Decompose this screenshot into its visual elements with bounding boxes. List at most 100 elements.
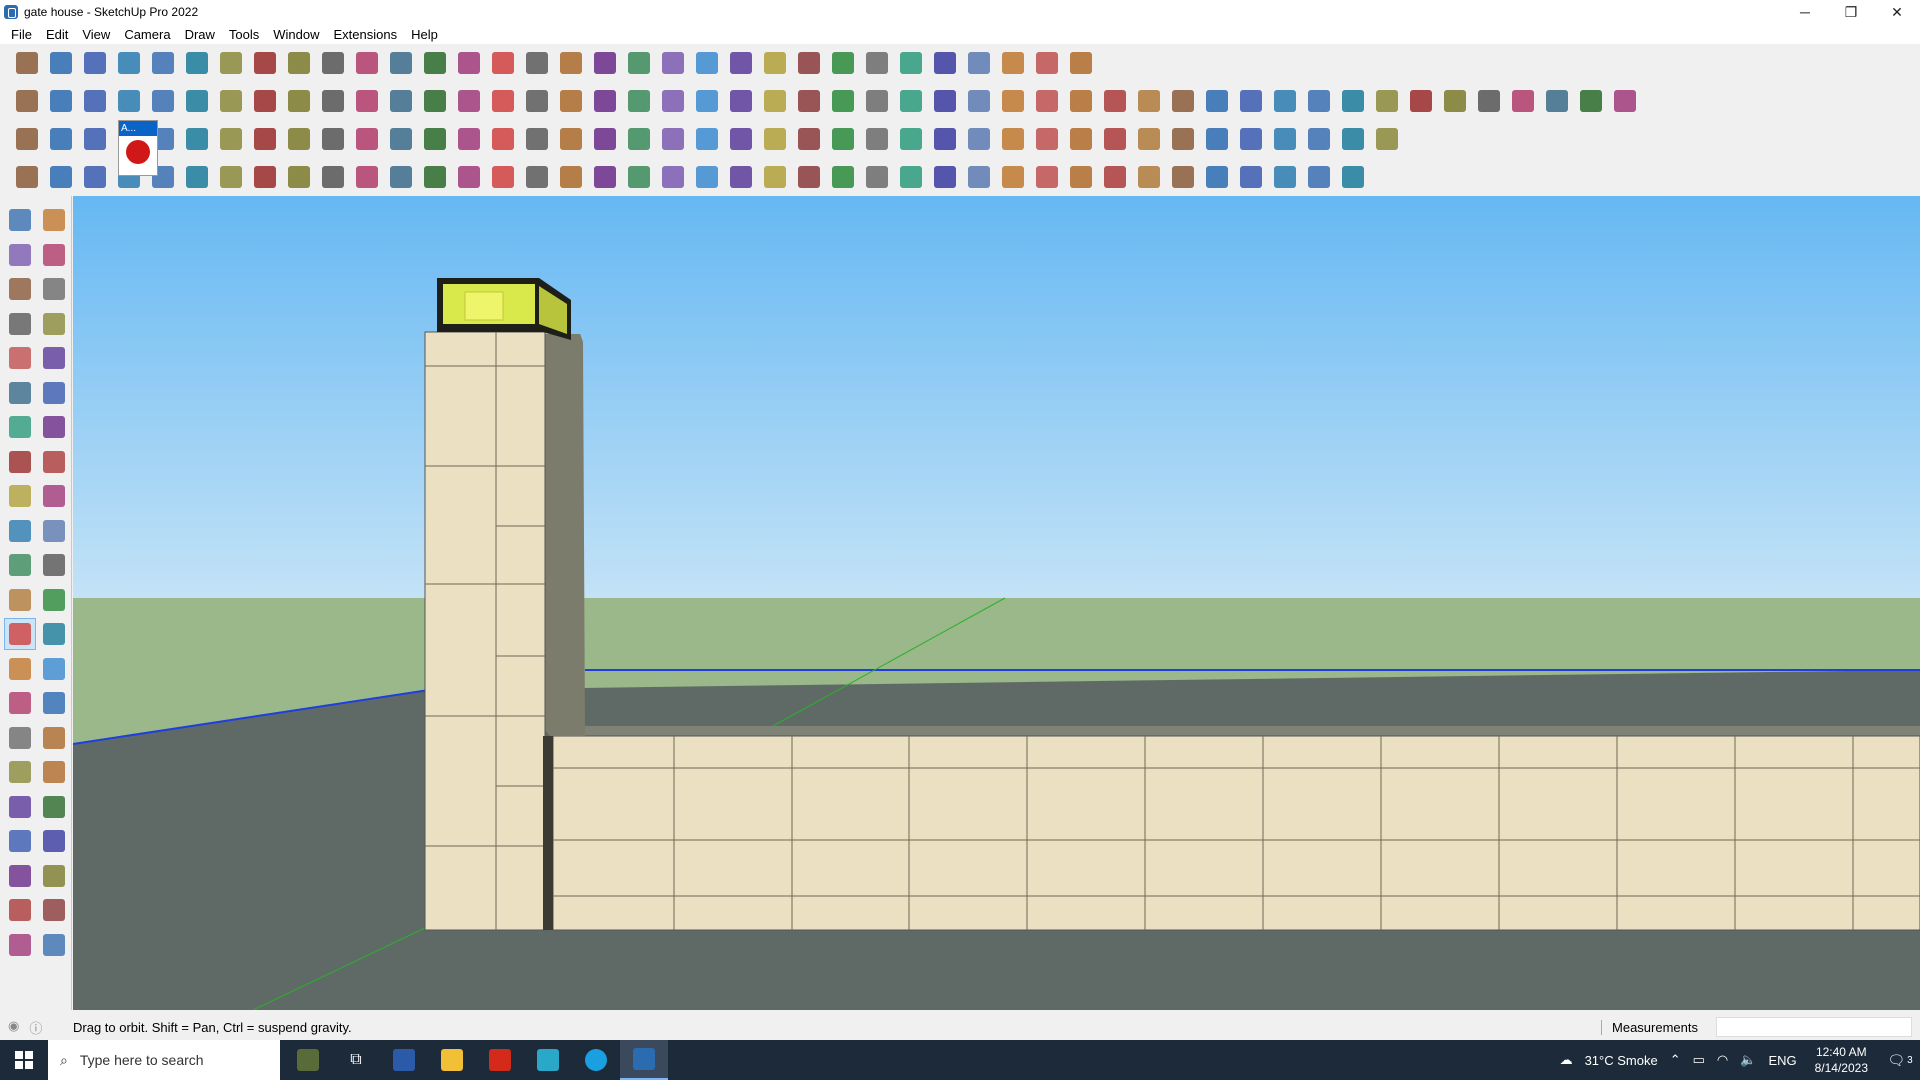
tbrow2-tool-button[interactable] bbox=[1234, 84, 1268, 118]
tbrow2-tool-button[interactable] bbox=[860, 84, 894, 118]
left-tool-button[interactable] bbox=[38, 825, 70, 857]
tbrow3-tool-button[interactable] bbox=[928, 122, 962, 156]
menu-file[interactable]: File bbox=[4, 27, 39, 42]
tbrow4-tool-button[interactable] bbox=[1098, 160, 1132, 194]
tbrow4-tool-button[interactable] bbox=[724, 160, 758, 194]
tbrow2-tool-button[interactable] bbox=[656, 84, 690, 118]
tbrow2-tool-button[interactable] bbox=[282, 84, 316, 118]
tbrow1-tool-button[interactable] bbox=[554, 46, 588, 80]
tbrow2-tool-button[interactable] bbox=[10, 84, 44, 118]
tbrow4-tool-button[interactable] bbox=[690, 160, 724, 194]
tbrow4-tool-button[interactable] bbox=[44, 160, 78, 194]
tbrow2-tool-button[interactable] bbox=[962, 84, 996, 118]
tbrow1-tool-button[interactable] bbox=[146, 46, 180, 80]
tbrow2-tool-button[interactable] bbox=[1166, 84, 1200, 118]
tbrow4-tool-button[interactable] bbox=[1030, 160, 1064, 194]
menu-edit[interactable]: Edit bbox=[39, 27, 75, 42]
tbrow3-tool-button[interactable] bbox=[724, 122, 758, 156]
tbrow1-tool-button[interactable] bbox=[1030, 46, 1064, 80]
pillar-lantern[interactable] bbox=[437, 278, 571, 340]
left-tool-button[interactable] bbox=[38, 549, 70, 581]
tbrow2-tool-button[interactable] bbox=[384, 84, 418, 118]
tbrow1-tool-button[interactable] bbox=[894, 46, 928, 80]
tbrow3-tool-button[interactable] bbox=[316, 122, 350, 156]
tbrow2-tool-button[interactable] bbox=[1030, 84, 1064, 118]
left-tool-button[interactable] bbox=[38, 860, 70, 892]
tbrow1-tool-button[interactable] bbox=[316, 46, 350, 80]
tbrow2-tool-button[interactable] bbox=[452, 84, 486, 118]
tbrow3-tool-button[interactable] bbox=[1234, 122, 1268, 156]
tbrow4-tool-button[interactable] bbox=[316, 160, 350, 194]
tbrow3-tool-button[interactable] bbox=[588, 122, 622, 156]
tbrow2-tool-button[interactable] bbox=[1370, 84, 1404, 118]
tbrow3-tool-button[interactable] bbox=[826, 122, 860, 156]
left-tool-button[interactable] bbox=[4, 860, 36, 892]
tbrow2-tool-button[interactable] bbox=[588, 84, 622, 118]
tbrow2-tool-button[interactable] bbox=[1064, 84, 1098, 118]
left-tool-button[interactable] bbox=[4, 618, 36, 650]
tbrow4-tool-button[interactable] bbox=[588, 160, 622, 194]
tbrow1-tool-button[interactable] bbox=[520, 46, 554, 80]
left-tool-button[interactable] bbox=[4, 825, 36, 857]
left-tool-button[interactable] bbox=[4, 653, 36, 685]
tbrow3-tool-button[interactable] bbox=[486, 122, 520, 156]
menu-camera[interactable]: Camera bbox=[117, 27, 177, 42]
tbrow2-tool-button[interactable] bbox=[214, 84, 248, 118]
tbrow4-tool-button[interactable] bbox=[350, 160, 384, 194]
weather-cloud-icon[interactable]: ☁ bbox=[1554, 1052, 1579, 1068]
tbrow3-tool-button[interactable] bbox=[78, 122, 112, 156]
menu-tools[interactable]: Tools bbox=[222, 27, 266, 42]
tbrow4-tool-button[interactable] bbox=[656, 160, 690, 194]
left-tool-button[interactable] bbox=[38, 791, 70, 823]
tbrow3-tool-button[interactable] bbox=[1030, 122, 1064, 156]
tbrow2-tool-button[interactable] bbox=[486, 84, 520, 118]
tbrow4-tool-button[interactable] bbox=[758, 160, 792, 194]
tbrow4-tool-button[interactable] bbox=[1302, 160, 1336, 194]
tbrow3-tool-button[interactable] bbox=[690, 122, 724, 156]
tbrow2-tool-button[interactable] bbox=[1608, 84, 1642, 118]
display-icon[interactable]: ▭ bbox=[1687, 1052, 1711, 1068]
tbrow1-tool-button[interactable] bbox=[384, 46, 418, 80]
tbrow3-tool-button[interactable] bbox=[282, 122, 316, 156]
tbrow3-tool-button[interactable] bbox=[1098, 122, 1132, 156]
store-icon[interactable] bbox=[524, 1040, 572, 1080]
tbrow4-tool-button[interactable] bbox=[418, 160, 452, 194]
menu-window[interactable]: Window bbox=[266, 27, 326, 42]
tbrow3-tool-button[interactable] bbox=[894, 122, 928, 156]
tbrow3-tool-button[interactable] bbox=[1268, 122, 1302, 156]
tbrow4-tool-button[interactable] bbox=[826, 160, 860, 194]
tbrow4-tool-button[interactable] bbox=[282, 160, 316, 194]
tbrow3-tool-button[interactable] bbox=[1302, 122, 1336, 156]
tbrow4-tool-button[interactable] bbox=[792, 160, 826, 194]
language-indicator[interactable]: ENG bbox=[1762, 1053, 1802, 1068]
weather-text[interactable]: 31°C Smoke bbox=[1579, 1053, 1664, 1068]
tbrow3-tool-button[interactable] bbox=[44, 122, 78, 156]
tbrow2-tool-button[interactable] bbox=[1574, 84, 1608, 118]
tbrow1-tool-button[interactable] bbox=[690, 46, 724, 80]
tbrow1-tool-button[interactable] bbox=[588, 46, 622, 80]
left-tool-button[interactable] bbox=[38, 894, 70, 926]
left-tool-button[interactable] bbox=[38, 377, 70, 409]
menu-view[interactable]: View bbox=[75, 27, 117, 42]
tbrow2-tool-button[interactable] bbox=[1302, 84, 1336, 118]
acrobat-icon[interactable] bbox=[476, 1040, 524, 1080]
measurements-input[interactable] bbox=[1716, 1017, 1912, 1037]
tbrow3-tool-button[interactable] bbox=[1370, 122, 1404, 156]
tbrow1-tool-button[interactable] bbox=[724, 46, 758, 80]
left-tool-button[interactable] bbox=[4, 687, 36, 719]
left-tool-button[interactable] bbox=[4, 894, 36, 926]
tbrow3-tool-button[interactable] bbox=[1200, 122, 1234, 156]
tbrow3-tool-button[interactable] bbox=[452, 122, 486, 156]
tbrow1-tool-button[interactable] bbox=[758, 46, 792, 80]
tbrow2-tool-button[interactable] bbox=[928, 84, 962, 118]
tbrow1-tool-button[interactable] bbox=[418, 46, 452, 80]
taskbar-search[interactable]: ⌕ Type here to search bbox=[48, 1040, 280, 1080]
tbrow1-tool-button[interactable] bbox=[996, 46, 1030, 80]
left-tool-button[interactable] bbox=[38, 273, 70, 305]
tbrow4-tool-button[interactable] bbox=[486, 160, 520, 194]
tbrow1-tool-button[interactable] bbox=[350, 46, 384, 80]
left-tool-button[interactable] bbox=[4, 204, 36, 236]
left-tool-button[interactable] bbox=[38, 722, 70, 754]
left-tool-button[interactable] bbox=[38, 480, 70, 512]
tbrow1-tool-button[interactable] bbox=[928, 46, 962, 80]
